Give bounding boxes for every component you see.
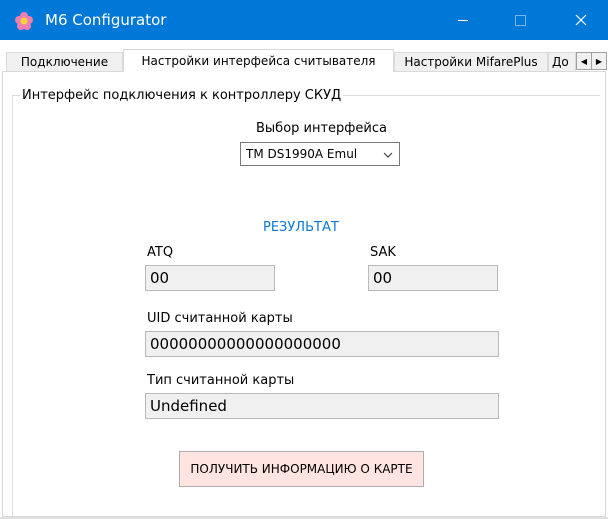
flower-icon <box>15 12 33 30</box>
tab-label: Подключение <box>20 55 109 69</box>
sak-label: SAK <box>370 245 396 260</box>
app-window: M6 Configurator Подключение Настройки ин… <box>0 0 608 519</box>
get-card-info-button[interactable]: ПОЛУЧИТЬ ИНФОРМАЦИЮ О КАРТЕ <box>179 451 424 487</box>
result-heading: РЕЗУЛЬТАТ <box>263 220 339 235</box>
maximize-button[interactable] <box>497 0 543 40</box>
card-type-label: Тип считанной карты <box>147 373 295 388</box>
tab-label: Настройки MifarePlus <box>404 55 538 69</box>
title-bar[interactable]: M6 Configurator <box>0 0 608 40</box>
tab-label: Настройки интерфейса считывателя <box>141 54 376 68</box>
sak-field[interactable]: 00 <box>368 265 498 291</box>
tab-label: До <box>552 55 569 69</box>
tab-reader-interface-settings[interactable]: Настройки интерфейса считывателя <box>123 49 394 72</box>
atq-label: ATQ <box>147 245 174 260</box>
interface-select[interactable]: TM DS1990A Emul <box>240 142 400 166</box>
tab-strip: Подключение Настройки интерфейса считыва… <box>0 40 608 72</box>
card-type-field[interactable]: Undefined <box>145 393 499 419</box>
tab-connection[interactable]: Подключение <box>6 52 123 71</box>
groupbox-legend: Интерфейс подключения к контроллеру СКУД <box>20 88 344 103</box>
tab-scroll-right-button[interactable]: ▶ <box>591 52 607 70</box>
maximize-icon <box>514 14 526 26</box>
tab-more[interactable]: До <box>548 52 576 71</box>
atq-field[interactable]: 00 <box>145 265 275 291</box>
tab-scroll-left-button[interactable]: ◀ <box>576 52 592 70</box>
uid-label: UID считанной карты <box>147 311 293 326</box>
chevron-left-icon: ◀ <box>580 56 588 66</box>
interface-select-label: Выбор интерфейса <box>256 121 387 136</box>
uid-field[interactable]: 00000000000000000000 <box>145 331 499 357</box>
window-title: M6 Configurator <box>45 11 167 29</box>
interface-select-value: TM DS1990A Emul <box>246 147 358 161</box>
chevron-down-icon <box>383 152 393 158</box>
minimize-icon <box>458 19 468 21</box>
chevron-right-icon: ▶ <box>595 56 603 66</box>
close-button[interactable] <box>558 0 604 40</box>
minimize-button[interactable] <box>440 0 486 40</box>
tab-mifareplus-settings[interactable]: Настройки MifarePlus <box>394 52 548 71</box>
close-icon <box>575 14 587 26</box>
